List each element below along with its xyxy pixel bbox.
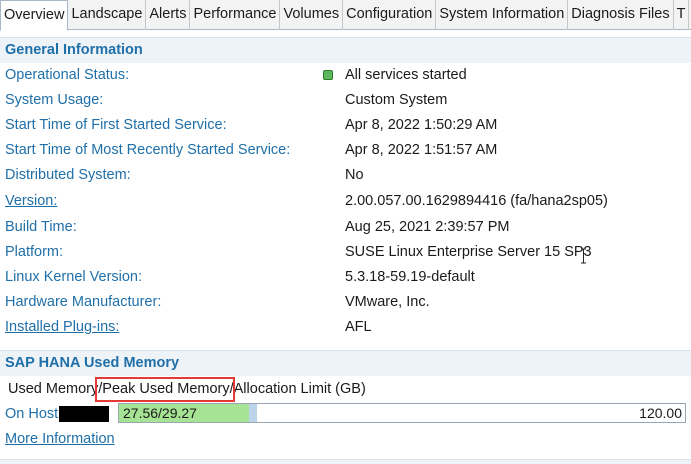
more-information-link[interactable]: More Information [5, 431, 115, 447]
memory-usage-bar: 27.56/29.27 120.00 [118, 403, 686, 423]
info-value: VMware, Inc. [345, 294, 430, 310]
info-value: Apr 8, 2022 1:51:57 AM [345, 142, 498, 158]
info-label: Linux Kernel Version: [5, 269, 143, 285]
info-label: Platform: [5, 244, 64, 260]
info-row-platform: Platform: SUSE Linux Enterprise Server 1… [0, 241, 691, 266]
info-row-distributed-system: Distributed System: No [0, 164, 691, 189]
general-information-header[interactable]: General Information [0, 37, 691, 63]
info-row-operational-status: Operational Status: All services started [0, 64, 691, 89]
text-cursor-icon [581, 248, 586, 264]
tab-configuration[interactable]: Configuration [343, 0, 437, 30]
info-value: 5.3.18-59.19-default [345, 269, 475, 285]
info-value: All services started [345, 67, 467, 83]
info-label: Start Time of Most Recently Started Serv… [5, 142, 291, 158]
host-link[interactable]: On Host [5, 406, 58, 422]
general-information-title: General Information [5, 42, 143, 58]
info-row-linux-kernel: Linux Kernel Version: 5.3.18-59.19-defau… [0, 266, 691, 291]
info-value: 2.00.057.00.1629894416 (fa/hana2sp05) [345, 193, 608, 209]
tab-landscape[interactable]: Landscape [68, 0, 147, 30]
info-label: Start Time of First Started Service: [5, 117, 227, 133]
tab-overview[interactable]: Overview [0, 0, 69, 31]
next-section-header [0, 459, 691, 464]
info-value: No [345, 167, 364, 183]
info-value: Aug 25, 2021 2:39:57 PM [345, 219, 510, 235]
tab-system-information[interactable]: System Information [436, 0, 569, 30]
editor-tab-bar: Overview Landscape Alerts Performance Vo… [0, 0, 691, 31]
used-memory-title: SAP HANA Used Memory [5, 355, 180, 371]
tab-volumes[interactable]: Volumes [280, 0, 344, 30]
tab-diagnosis-files[interactable]: Diagnosis Files [568, 0, 674, 30]
status-green-icon [323, 70, 333, 80]
info-row-first-started: Start Time of First Started Service: Apr… [0, 114, 691, 139]
info-label: System Usage: [5, 92, 104, 108]
info-label: Build Time: [5, 219, 77, 235]
info-value: SUSE Linux Enterprise Server 15 SP3 [345, 244, 592, 260]
info-row-build-time: Build Time: Aug 25, 2021 2:39:57 PM [0, 216, 691, 241]
peak-used-memory-fill [249, 404, 257, 422]
info-row-system-usage: System Usage: Custom System [0, 89, 691, 114]
info-label: Distributed System: [5, 167, 131, 183]
redacted-host-name [59, 406, 109, 422]
info-value: AFL [345, 319, 372, 335]
tab-alerts[interactable]: Alerts [146, 0, 191, 30]
caption-allocation-limit: /Allocation Limit (GB) [229, 381, 366, 397]
version-link[interactable]: Version: [5, 193, 57, 209]
allocation-limit-value: 120.00 [639, 405, 682, 421]
info-label: Hardware Manufacturer: [5, 294, 162, 310]
used-peak-value: 27.56/29.27 [123, 405, 197, 421]
info-row-hardware-manufacturer: Hardware Manufacturer: VMware, Inc. [0, 291, 691, 316]
info-row-recently-started: Start Time of Most Recently Started Serv… [0, 139, 691, 164]
info-label: Operational Status: [5, 67, 130, 83]
tab-performance[interactable]: Performance [190, 0, 281, 30]
info-value: Apr 8, 2022 1:50:29 AM [345, 117, 498, 133]
installed-plugins-link[interactable]: Installed Plug-ins: [5, 319, 119, 335]
annotation-highlight-box [95, 377, 235, 402]
tab-truncated[interactable]: T [674, 0, 690, 30]
used-memory-header[interactable]: SAP HANA Used Memory [0, 350, 691, 376]
caption-used-memory: Used Memory [8, 381, 99, 397]
info-value: Custom System [345, 92, 448, 108]
info-row-version: Version: 2.00.057.00.1629894416 (fa/hana… [0, 190, 691, 215]
info-row-installed-plugins: Installed Plug-ins: AFL [0, 316, 691, 341]
